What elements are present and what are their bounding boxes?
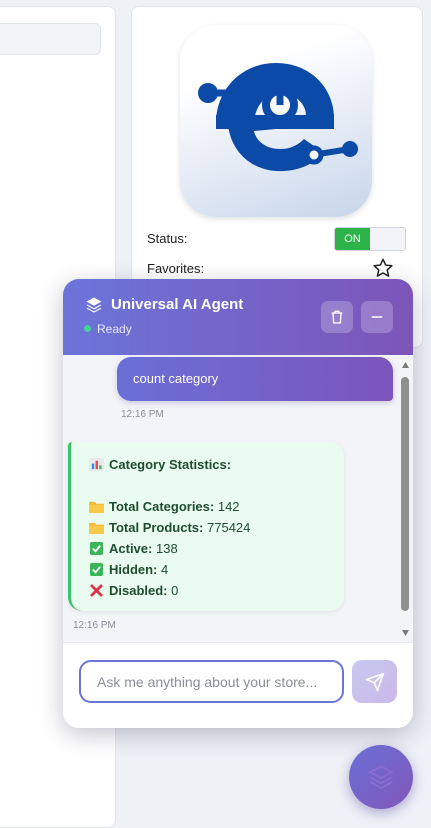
favorites-label: Favorites: [147, 261, 205, 276]
stat-row: Total Products: 775424 [89, 520, 250, 535]
brand-logo [180, 25, 372, 217]
folder-emoji-icon [89, 522, 104, 534]
bot-message: Category Statistics: Total Categories: 1… [68, 442, 344, 611]
bot-title: Category Statistics: [109, 457, 232, 472]
scroll-up-icon[interactable] [401, 361, 410, 369]
chat-launcher-button[interactable] [349, 745, 413, 809]
chat-input[interactable] [79, 660, 344, 703]
minimize-icon [371, 316, 383, 318]
scroll-thumb[interactable] [401, 377, 409, 611]
stat-row: Hidden: 4 [89, 562, 168, 577]
bot-title-line: Category Statistics: [89, 457, 231, 472]
status-label: Status: [147, 231, 188, 246]
minimize-button[interactable] [361, 301, 393, 333]
chart-emoji-icon [89, 458, 104, 471]
chat-header: Universal AI Agent Ready [63, 279, 413, 355]
stat-value: 142 [217, 499, 240, 514]
send-icon [365, 672, 384, 691]
stat-row: Disabled: 0 [89, 583, 178, 598]
status-toggle[interactable]: ON [334, 227, 406, 251]
check-emoji-icon [90, 542, 103, 555]
stat-label: Total Categories: [109, 499, 215, 514]
stat-value: 0 [171, 583, 179, 598]
status-dot [84, 325, 91, 332]
stat-label: Total Products: [109, 520, 204, 535]
stat-value: 775424 [207, 520, 251, 535]
user-message: count category [117, 357, 393, 401]
clear-chat-button[interactable] [321, 301, 353, 333]
status-text: Ready [97, 322, 132, 336]
check-emoji-icon [90, 563, 103, 576]
layers-icon [368, 765, 394, 789]
chat-title: Universal AI Agent [111, 296, 244, 313]
chat-widget: Universal AI Agent Ready count category … [63, 279, 413, 728]
cross-emoji-icon [90, 584, 103, 597]
message-scrollbar[interactable] [400, 355, 409, 642]
scroll-down-icon[interactable] [401, 629, 410, 637]
layers-icon [86, 297, 102, 313]
search-bar[interactable] [0, 23, 101, 55]
stat-row: Active: 138 [89, 541, 178, 556]
trash-icon [331, 310, 343, 324]
stat-label: Disabled: [109, 583, 168, 598]
chat-input-area [63, 642, 413, 728]
stat-label: Active: [109, 541, 153, 556]
stat-row: Total Categories: 142 [89, 499, 240, 514]
star-icon[interactable] [372, 257, 394, 279]
bot-message-time: 12:16 PM [73, 620, 116, 631]
user-message-time: 12:16 PM [121, 409, 164, 420]
stat-label: Hidden: [109, 562, 158, 577]
send-button[interactable] [352, 660, 397, 703]
brand-logo-icon [198, 63, 358, 172]
stat-value: 4 [161, 562, 169, 577]
stat-value: 138 [155, 541, 178, 556]
folder-emoji-icon [89, 501, 104, 513]
status-toggle-on: ON [335, 228, 370, 250]
message-list[interactable]: count category 12:16 PM Category Statist… [63, 355, 413, 642]
